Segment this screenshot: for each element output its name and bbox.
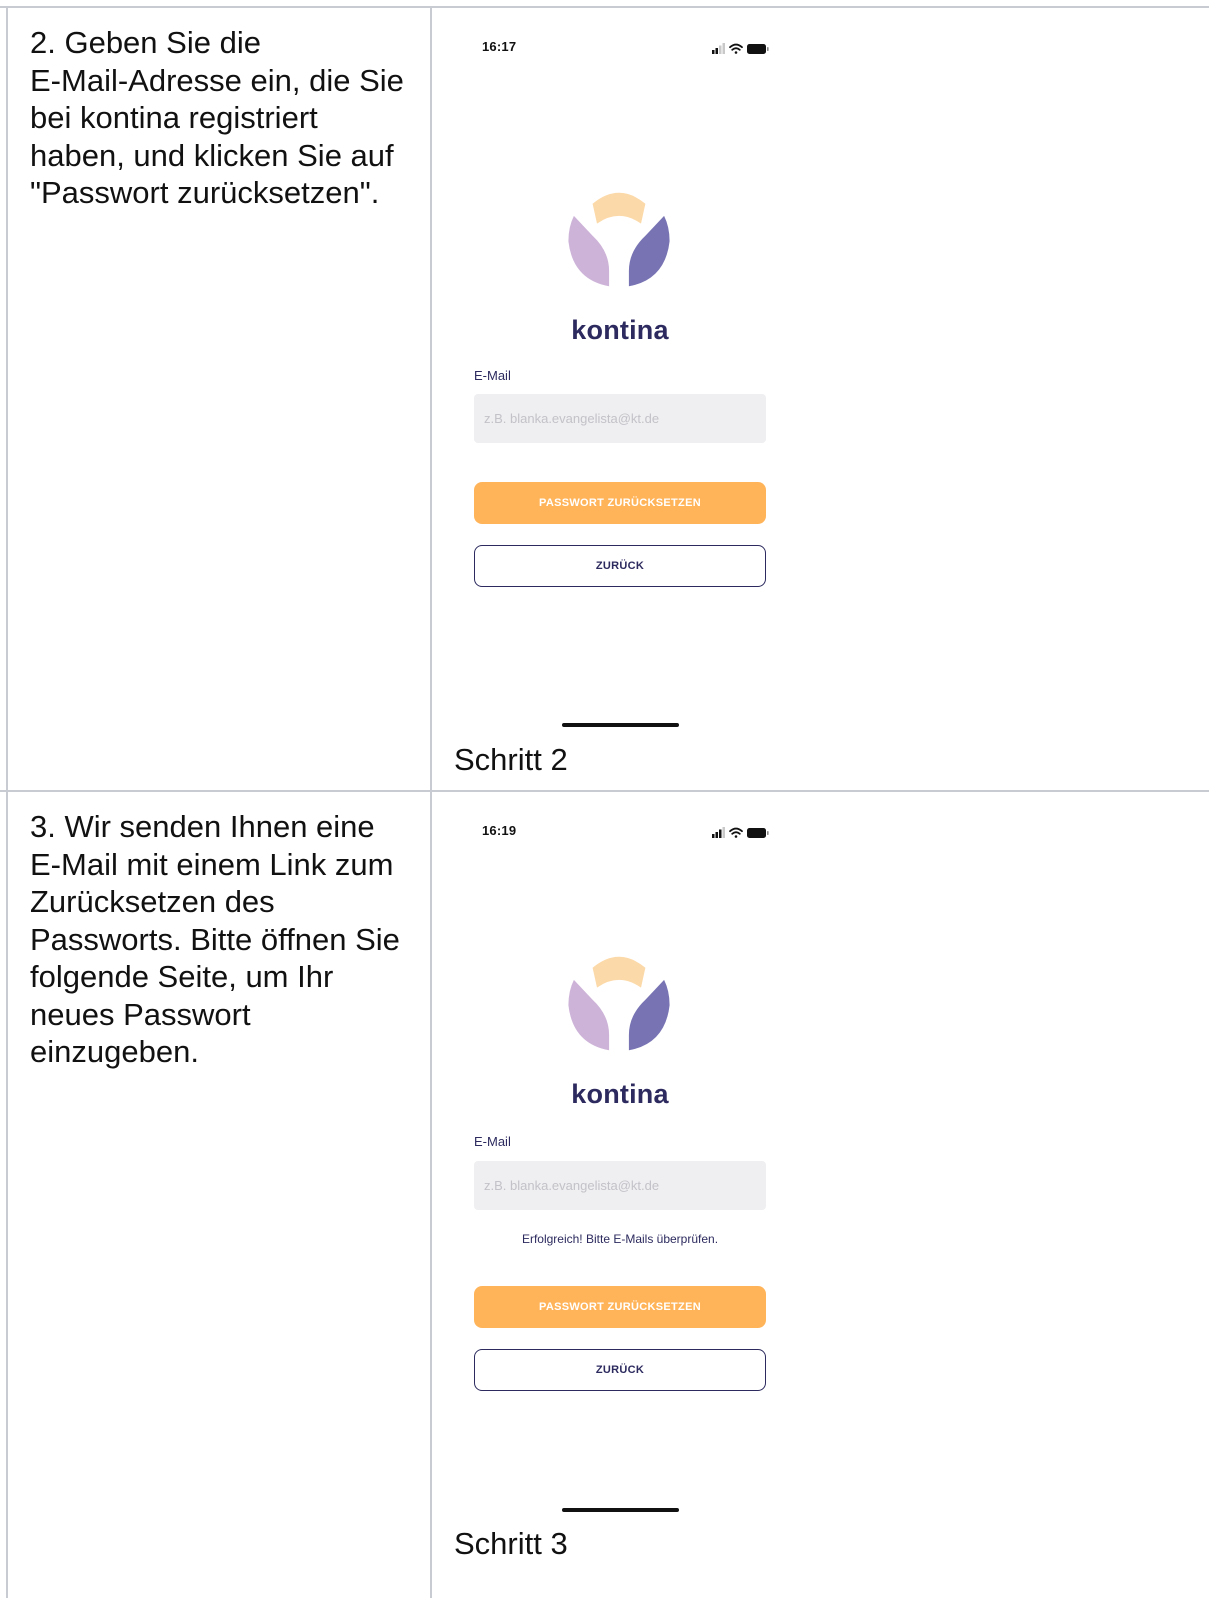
signal-icon xyxy=(712,827,725,838)
instruction-cell: 3. Wir senden Ihnen eine E-Mail mit eine… xyxy=(6,792,432,1598)
brand-wordmark: kontina xyxy=(571,315,669,345)
home-indicator[interactable] xyxy=(562,1508,679,1512)
battery-icon xyxy=(747,44,769,54)
email-label: E-Mail xyxy=(474,368,511,383)
reset-password-button[interactable]: PASSWORT ZURÜCKSETZEN xyxy=(474,1286,766,1328)
instruction-text: 3. Wir senden Ihnen eine E-Mail mit eine… xyxy=(30,809,400,1069)
status-icons xyxy=(712,827,769,838)
home-indicator[interactable] xyxy=(562,723,679,727)
wifi-icon xyxy=(729,827,743,838)
wifi-icon xyxy=(729,43,743,54)
instruction-text: 2. Geben Sie die E-Mail-Adresse ein, die… xyxy=(30,25,404,210)
table-row-step-2: 2. Geben Sie die E-Mail-Adresse ein, die… xyxy=(0,6,1209,790)
instruction-table: 2. Geben Sie die E-Mail-Adresse ein, die… xyxy=(0,0,1209,1598)
email-input[interactable] xyxy=(474,1161,766,1210)
status-icons xyxy=(712,43,769,54)
step-caption: Schritt 3 xyxy=(454,1526,568,1561)
brand-wordmark: kontina xyxy=(571,1079,669,1109)
screenshot-cell: 16:19 kontina E-Mail z.B. blanka.evangel… xyxy=(432,792,1209,1598)
instruction-cell: 2. Geben Sie die E-Mail-Adresse ein, die… xyxy=(6,8,432,790)
success-message: Erfolgreich! Bitte E-Mails überprüfen. xyxy=(521,1232,719,1246)
signal-icon xyxy=(712,43,725,54)
back-button[interactable]: ZURÜCK xyxy=(474,545,766,587)
status-time: 16:17 xyxy=(482,39,517,54)
status-time: 16:19 xyxy=(482,823,517,838)
phone-screen: 16:19 kontina E-Mail z.B. blanka.evangel… xyxy=(432,792,1209,1598)
battery-icon xyxy=(747,828,769,838)
table-row-step-3: 3. Wir senden Ihnen eine E-Mail mit eine… xyxy=(0,790,1209,1598)
email-input[interactable] xyxy=(474,394,766,443)
kontina-logo-icon xyxy=(568,956,670,1051)
reset-password-button[interactable]: PASSWORT ZURÜCKSETZEN xyxy=(474,482,766,524)
email-label: E-Mail xyxy=(474,1134,511,1149)
step-caption: Schritt 2 xyxy=(454,742,568,777)
kontina-logo-icon xyxy=(568,192,670,287)
back-button[interactable]: ZURÜCK xyxy=(474,1349,766,1391)
screenshot-cell: 16:17 kontina E-Mail z.B. blanka.evangel… xyxy=(432,8,1209,790)
phone-screen: 16:17 kontina E-Mail z.B. blanka.evangel… xyxy=(432,8,1209,790)
